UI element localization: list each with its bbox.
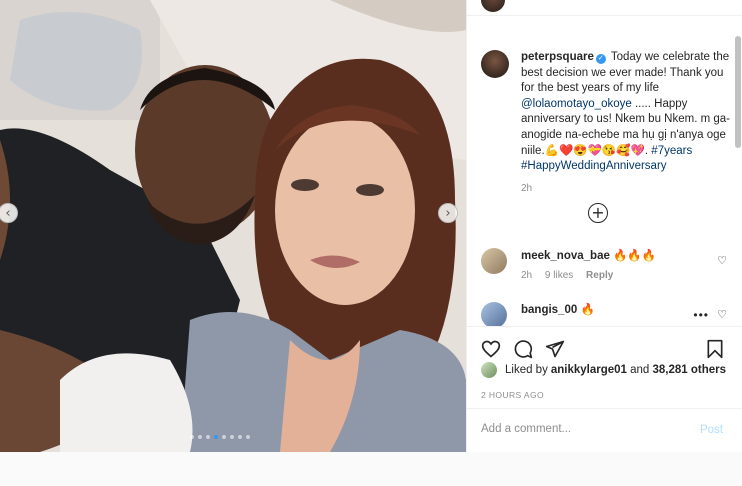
comment-time: 2h [521, 270, 533, 281]
liked-by-others[interactable]: 38,281 others [653, 364, 727, 376]
comment-text: 🔥 [580, 304, 595, 316]
liked-by: Liked by anikkylarge01 and 38,281 others [481, 362, 726, 378]
bookmark-icon[interactable] [705, 339, 725, 359]
comment-reply-button[interactable]: Reply [586, 270, 613, 281]
carousel-dot [238, 435, 242, 439]
comment-item: bangis_00 🔥 ••• ♡ [481, 302, 731, 326]
chevron-right-icon[interactable]: › [438, 203, 458, 223]
comment-icon[interactable] [513, 339, 533, 359]
comments-scroll-area[interactable]: peterpsquare ✓ Today we celebrate the bes… [467, 16, 742, 326]
liked-by-user[interactable]: anikkylarge01 [551, 364, 627, 376]
heart-icon[interactable] [481, 339, 501, 359]
liked-by-prefix: Liked by [505, 364, 548, 376]
comment-username[interactable]: bangis_00 [521, 304, 577, 316]
comment-heart-icon[interactable]: ♡ [717, 254, 727, 267]
caption-mention-link[interactable]: @lolaomotayo_okoye [521, 98, 632, 110]
scrollbar[interactable] [735, 36, 741, 148]
post-sidebar: peterpsquare ✓ Today we celebrate the bes… [466, 0, 742, 452]
carousel-dot [230, 435, 234, 439]
page-background [0, 452, 742, 486]
instagram-post: ‹ › peterpsquare ✓ Today we celebrate the… [0, 0, 742, 452]
author-avatar[interactable] [481, 0, 505, 12]
carousel-indicator [190, 435, 250, 439]
carousel-dot [222, 435, 226, 439]
post-comment-button[interactable]: Post [700, 424, 723, 436]
couple-photo-image [0, 0, 466, 452]
caption-time: 2h [521, 182, 533, 194]
share-icon[interactable] [545, 339, 565, 359]
action-icons [481, 339, 565, 359]
more-options-icon[interactable]: ••• [693, 308, 709, 322]
caption-author-avatar[interactable] [481, 50, 509, 78]
carousel-dot [190, 435, 194, 439]
comment-body: meek_nova_bae 🔥🔥🔥 [521, 248, 731, 264]
carousel-dot [206, 435, 210, 439]
comment-item: meek_nova_bae 🔥🔥🔥 2h 9 likes Reply ♡ [481, 248, 731, 281]
comment-meta: 2h 9 likes Reply [521, 270, 731, 281]
post-timestamp[interactable]: 2 HOURS AGO [481, 390, 544, 400]
liked-by-middle: and [626, 364, 653, 376]
carousel-dot [198, 435, 202, 439]
plus-circle-icon[interactable]: + [588, 203, 608, 223]
comment-likes[interactable]: 9 likes [545, 270, 573, 281]
carousel-dot-active [214, 435, 218, 439]
comment-avatar[interactable] [481, 248, 507, 274]
verified-badge-icon: ✓ [595, 54, 606, 64]
comment-username[interactable]: meek_nova_bae [521, 250, 610, 262]
comment-avatar[interactable] [481, 302, 507, 326]
caption-text: peterpsquare ✓ Today we celebrate the bes… [521, 50, 733, 175]
caption-emojis: 💪❤️😍💝😘🥰💖. [544, 144, 649, 157]
liker-avatar[interactable] [481, 362, 497, 378]
caption-username[interactable]: peterpsquare [521, 51, 594, 63]
add-comment-section: Post [467, 408, 742, 452]
carousel-dot [246, 435, 250, 439]
action-bar [467, 326, 742, 359]
comment-input[interactable] [481, 423, 681, 435]
comment-heart-icon[interactable]: ♡ [717, 308, 727, 321]
comment-text: 🔥🔥🔥 [613, 250, 657, 262]
post-header [467, 0, 742, 16]
post-photo[interactable]: ‹ › [0, 0, 466, 452]
post-caption: peterpsquare ✓ Today we celebrate the bes… [481, 50, 733, 194]
